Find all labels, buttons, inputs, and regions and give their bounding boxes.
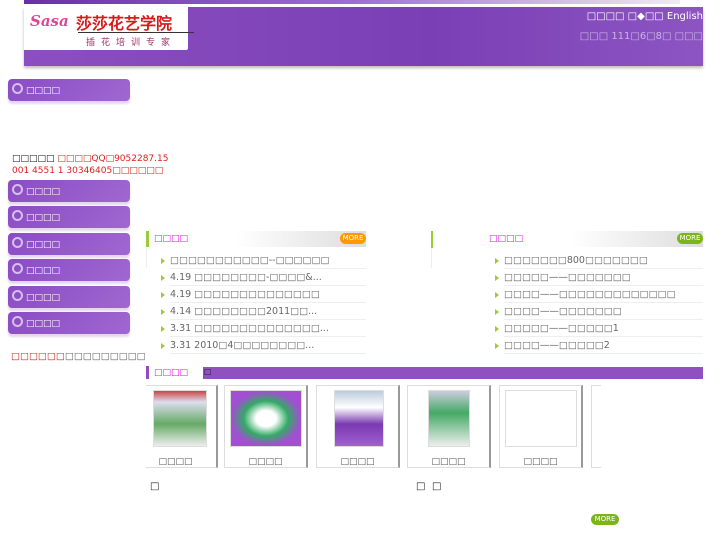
sidebar-item-6[interactable]: □□□□ bbox=[8, 286, 130, 308]
news-item[interactable]: □□□□□——□□□□□□□ bbox=[504, 269, 703, 286]
arrow-icon bbox=[495, 343, 499, 349]
news-item[interactable]: □□□□——□□□□□□□ bbox=[504, 303, 703, 320]
arrow-icon bbox=[495, 258, 499, 264]
sidebar-item-2[interactable]: □□□□ bbox=[8, 180, 130, 202]
news-item[interactable]: □□□□□□□□□□□--□□□□□□ bbox=[170, 252, 366, 269]
sidebar-item-5[interactable]: □□□□ bbox=[8, 259, 130, 281]
gallery-card[interactable]: □□□□ bbox=[316, 385, 400, 468]
arrow-icon bbox=[161, 343, 165, 349]
circle-icon bbox=[12, 210, 23, 221]
arrow-icon bbox=[495, 309, 499, 315]
news-item[interactable]: □□□□□——□□□□□1 bbox=[504, 320, 703, 337]
arrow-icon bbox=[495, 292, 499, 298]
news-right-title: □□□□ bbox=[489, 234, 524, 244]
circle-icon bbox=[12, 83, 23, 94]
sidebar-item-1[interactable]: □□□□ bbox=[8, 79, 130, 101]
sidebar-item-label: □□□□ bbox=[26, 86, 61, 96]
gallery-caption: □□□□ bbox=[523, 457, 558, 467]
flower-image bbox=[230, 390, 302, 447]
flower-image bbox=[334, 390, 384, 447]
news-item[interactable]: □□□□□□□800□□□□□□□ bbox=[504, 252, 703, 269]
top-bar bbox=[24, 0, 680, 4]
misc-char: □ bbox=[432, 481, 442, 492]
sidebar-footer-red: □□□□□□ bbox=[11, 351, 65, 362]
logo[interactable]: Sasa 莎莎花艺学院 插花培训专家 bbox=[24, 7, 194, 50]
circle-icon bbox=[12, 237, 23, 248]
sidebar-item-3[interactable]: □□□□ bbox=[8, 206, 130, 228]
circle-icon bbox=[12, 316, 23, 327]
sidebar-item-7[interactable]: □□□□ bbox=[8, 312, 130, 334]
header-date: □□□ 111□6□8□ □□□ bbox=[579, 31, 703, 42]
gallery-strip: □□□□ □□□□ □□□□ □□□□ □□□□ bbox=[146, 384, 601, 470]
gallery-caption: □□□□ bbox=[340, 457, 375, 467]
news-left-header: □□□□ MORE bbox=[146, 231, 366, 247]
gallery-caption: □□□□ bbox=[431, 457, 466, 467]
sidebar-footer-gray: □□□□□□□□□ bbox=[64, 351, 146, 362]
news-item[interactable]: □□□□——□□□□□□□□□□□□□ bbox=[504, 286, 703, 303]
sidebar-item-label: □□□□ bbox=[26, 266, 61, 276]
news-item[interactable]: 3.31 □□□□□□□□□□□□□□... bbox=[170, 320, 366, 337]
news-right-more-button[interactable]: MORE bbox=[677, 233, 703, 244]
gallery-card[interactable]: □□□□ bbox=[146, 385, 218, 468]
arrow-icon bbox=[161, 292, 165, 298]
news-item[interactable]: 4.19 □□□□□□□□-□□□□&... bbox=[170, 269, 366, 286]
arrow-icon bbox=[161, 275, 165, 281]
logo-rule bbox=[78, 32, 194, 33]
sidebar-item-label: □□□□ bbox=[26, 213, 61, 223]
news-right-header: □□□□ MORE bbox=[482, 231, 703, 247]
gallery-card[interactable]: □□□□ bbox=[224, 385, 308, 468]
flower-image bbox=[505, 390, 577, 447]
gallery-card[interactable]: □□□□ bbox=[499, 385, 583, 468]
sidebar-item-label: □□□□ bbox=[26, 187, 61, 197]
contact-label: □□□□□ bbox=[12, 154, 58, 164]
sidebar-item-label: □□□□ bbox=[26, 293, 61, 303]
header-links[interactable]: □□□□ □◆□□ English bbox=[587, 11, 703, 22]
news-item[interactable]: □□□□——□□□□□2 bbox=[504, 337, 703, 354]
contact-info: □□□□□ □□□□QQ□9052287.15 001 4551 1 303464… bbox=[12, 153, 168, 177]
gallery-card[interactable]: □□□□ bbox=[407, 385, 491, 468]
misc-char: □ bbox=[416, 481, 426, 492]
news-left-more-button[interactable]: MORE bbox=[340, 233, 366, 244]
green-marker bbox=[431, 231, 433, 248]
news-left-title: □□□□ bbox=[154, 234, 189, 244]
news-item[interactable]: 4.14 □□□□□□□□2011□□... bbox=[170, 303, 366, 320]
logo-mark: Sasa bbox=[30, 12, 69, 30]
gallery-marker bbox=[146, 366, 149, 379]
logo-subtitle: 插花培训专家 bbox=[86, 38, 177, 48]
news-item[interactable]: 3.31 2010□4□□□□□□□□... bbox=[170, 337, 366, 354]
misc-char: □ bbox=[150, 481, 160, 492]
arrow-icon bbox=[495, 275, 499, 281]
gallery-card[interactable] bbox=[591, 385, 601, 468]
gallery-caption: □□□□ bbox=[248, 457, 283, 467]
sidebar-item-label: □□□□ bbox=[26, 240, 61, 250]
arrow-icon bbox=[161, 326, 165, 332]
logo-name: 莎莎花艺学院 bbox=[76, 14, 173, 33]
circle-icon bbox=[12, 290, 23, 301]
sidebar-footer: □□□□□□□□□□□□□□□ bbox=[11, 351, 146, 362]
gallery-bar: □ bbox=[203, 367, 703, 379]
flower-image bbox=[153, 390, 207, 447]
sidebar-item-4[interactable]: □□□□ bbox=[8, 233, 130, 255]
gallery-more-button[interactable]: MORE bbox=[591, 514, 619, 525]
circle-icon bbox=[12, 263, 23, 274]
divider bbox=[431, 248, 432, 268]
contact-line2: 001 4551 1 30346405□□□□□□ bbox=[12, 166, 164, 176]
sidebar-item-label: □□□□ bbox=[26, 319, 61, 329]
gallery-title: □□□□ bbox=[154, 368, 189, 378]
circle-icon bbox=[12, 184, 23, 195]
arrow-icon bbox=[161, 309, 165, 315]
divider bbox=[146, 247, 147, 268]
arrow-icon bbox=[161, 258, 165, 264]
arrow-icon bbox=[495, 326, 499, 332]
flower-image bbox=[428, 390, 470, 447]
contact-value: □□□□QQ□9052287.15 bbox=[57, 154, 169, 164]
gallery-caption: □□□□ bbox=[158, 457, 193, 467]
news-item[interactable]: 4.19 □□□□□□□□□□□□□□ bbox=[170, 286, 366, 303]
